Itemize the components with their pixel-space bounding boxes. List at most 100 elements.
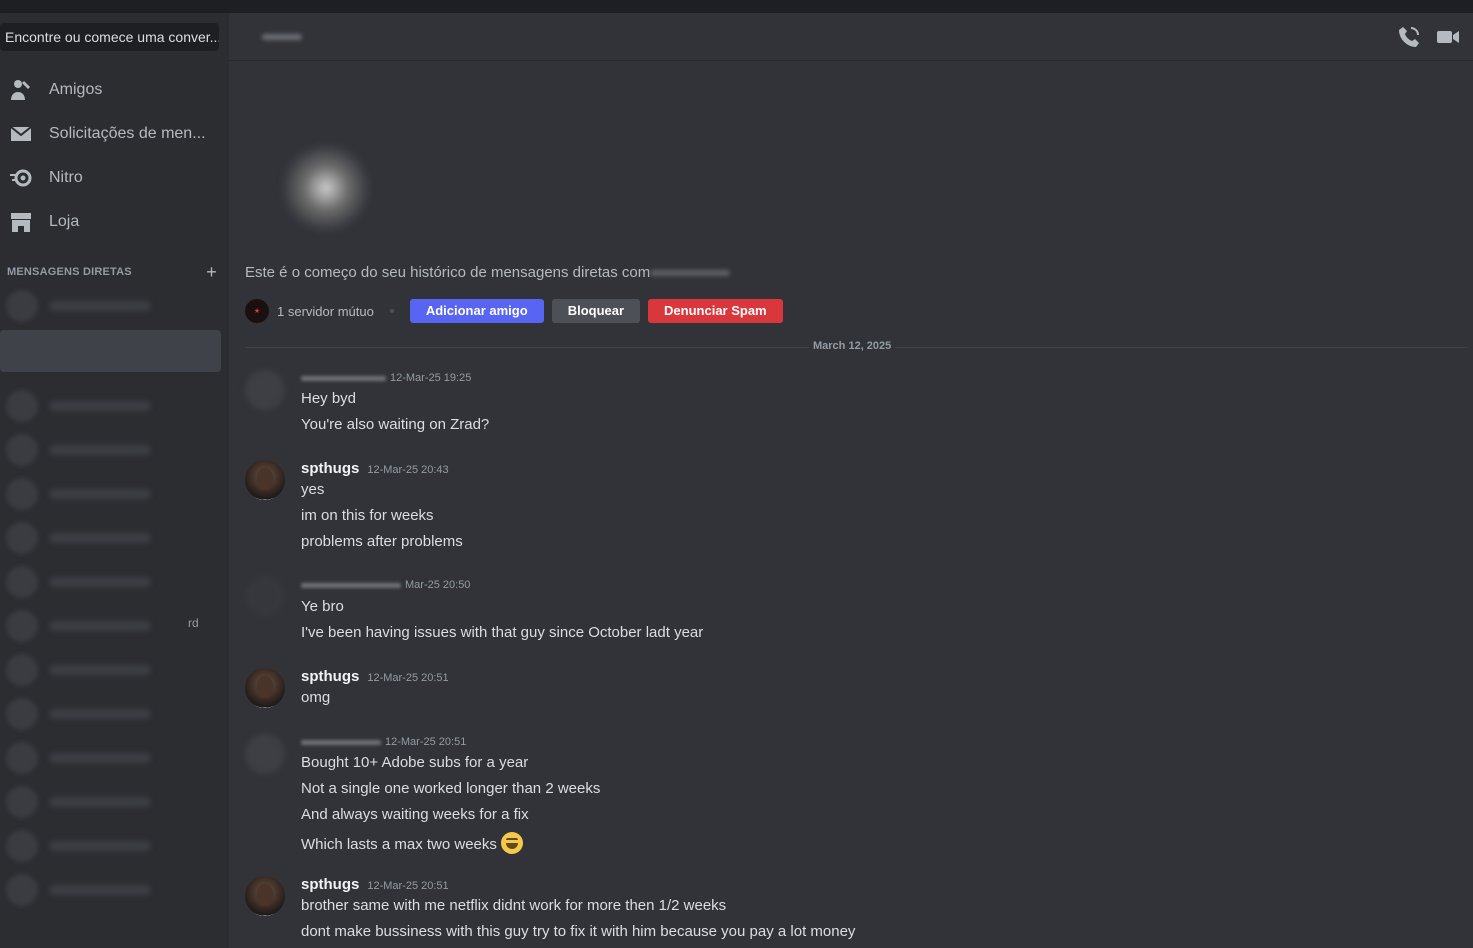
avatar: [6, 390, 38, 422]
nav-label: Solicitações de men...: [49, 125, 206, 142]
dm-list-item[interactable]: [6, 693, 216, 735]
dm-name-redacted: [50, 885, 150, 895]
date-divider-label: March 12, 2025: [809, 340, 896, 352]
message-line: Which lasts a max two weeks: [301, 832, 523, 854]
separator-dot: [389, 309, 394, 313]
dm-list-item[interactable]: [6, 737, 216, 779]
username-redacted: [650, 270, 731, 277]
dm-list-item[interactable]: [6, 285, 216, 327]
chat-panel: Este é o começo do seu histórico de mens…: [229, 13, 1473, 948]
dm-list-item[interactable]: [6, 561, 216, 603]
avatar: [6, 478, 38, 510]
add-friend-button[interactable]: Adicionar amigo: [409, 299, 544, 323]
dm-name-redacted: [50, 533, 150, 543]
avatar: [6, 610, 38, 642]
dm-intro-label: Este é o começo do seu histórico de mens…: [245, 264, 651, 281]
dm-list-item[interactable]: [6, 517, 216, 559]
message-line: Not a single one worked longer than 2 we…: [301, 780, 601, 797]
nav-item-shop[interactable]: Loja: [0, 202, 221, 242]
message-author[interactable]: spthugs: [301, 460, 359, 477]
window-top-bar: [0, 0, 1473, 13]
mutual-actions-row: ★ 1 servidor mútuo Adicionar amigo Bloqu…: [245, 299, 791, 323]
message-header: 12-Mar-25 19:25: [301, 372, 471, 384]
avatar: [6, 654, 38, 686]
dm-name-redacted: [50, 401, 150, 411]
avatar: [6, 434, 38, 466]
nav-item-friends[interactable]: Amigos: [0, 70, 221, 110]
direct-messages-header: MENSAGENS DIRETAS +: [7, 262, 217, 282]
dm-sidebar: Encontre ou comece uma conver... Amigos …: [0, 13, 229, 948]
dm-list-item[interactable]: [6, 781, 216, 823]
chat-header: [229, 13, 1473, 61]
nav-item-message-requests[interactable]: Solicitações de men...: [0, 114, 221, 154]
message-line: You're also waiting on Zrad?: [301, 416, 490, 433]
dm-name-redacted: [50, 577, 150, 587]
mutual-servers-link[interactable]: 1 servidor mútuo: [277, 304, 374, 319]
avatar: [6, 874, 38, 906]
message-author[interactable]: spthugs: [301, 668, 359, 685]
voice-call-icon[interactable]: [1397, 25, 1423, 49]
dm-name-redacted: [50, 445, 150, 455]
dm-list-item[interactable]: [6, 869, 216, 911]
avatar: [6, 290, 38, 322]
mutual-server-icon: ★: [245, 299, 269, 323]
dm-intro-text: Este é o começo do seu histórico de mens…: [245, 264, 731, 281]
message-line: Bought 10+ Adobe subs for a year: [301, 754, 529, 771]
dm-name-redacted: [50, 621, 150, 631]
message-line: im on this for weeks: [301, 507, 434, 524]
dm-list-item[interactable]: [6, 429, 216, 471]
message-timestamp: 12-Mar-25 20:43: [367, 464, 449, 476]
dm-name-redacted: [50, 841, 150, 851]
dm-name-redacted: [50, 301, 150, 311]
message-timestamp: 12-Mar-25 20:51: [367, 672, 449, 684]
laughing-emoji-icon: [500, 832, 523, 854]
nitro-icon: [8, 165, 34, 191]
envelope-icon: [8, 121, 34, 147]
search-input[interactable]: Encontre ou comece uma conver...: [0, 23, 219, 51]
message-author[interactable]: spthugs: [301, 876, 359, 893]
message-header: spthugs 12-Mar-25 20:43: [301, 460, 449, 477]
avatar: [6, 786, 38, 818]
dm-list-item[interactable]: [6, 385, 216, 427]
nav-label: Loja: [49, 213, 80, 230]
author-redacted: [301, 376, 386, 381]
message-line: problems after problems: [301, 533, 463, 550]
dm-name-redacted: [50, 709, 150, 719]
shop-icon: [8, 209, 34, 235]
dm-name-redacted: [50, 665, 150, 675]
message-line: brother same with me netflix didnt work …: [301, 897, 727, 914]
dm-list-item[interactable]: [6, 825, 216, 867]
nav-item-nitro[interactable]: Nitro: [0, 158, 221, 198]
avatar[interactable]: [245, 576, 285, 616]
block-button[interactable]: Bloquear: [551, 299, 641, 323]
video-call-icon[interactable]: [1436, 25, 1462, 49]
dm-list-item[interactable]: [6, 605, 216, 647]
message-line: dont make bussiness with this guy try to…: [301, 923, 856, 940]
avatar: [6, 522, 38, 554]
friends-icon: [8, 77, 34, 103]
message-timestamp: 12-Mar-25 20:51: [385, 736, 467, 748]
message-header: spthugs 12-Mar-25 20:51: [301, 668, 449, 685]
avatar[interactable]: [245, 370, 285, 410]
avatar[interactable]: [245, 460, 285, 500]
avatar[interactable]: [245, 668, 285, 708]
message-text: Which lasts a max two weeks: [301, 836, 497, 853]
add-dm-button[interactable]: +: [206, 262, 217, 283]
message-line: yes: [301, 481, 325, 498]
message-line: Hey byd: [301, 390, 357, 407]
dm-item-trailing-text: rd: [188, 616, 199, 630]
avatar[interactable]: [245, 876, 285, 916]
avatar: [6, 698, 38, 730]
dm-name-redacted: [50, 489, 150, 499]
nav-label: Amigos: [49, 81, 103, 98]
dm-list-item[interactable]: [6, 649, 216, 691]
message-header: 12-Mar-25 20:51: [301, 736, 466, 748]
dm-list-item-selected[interactable]: [0, 330, 221, 372]
dm-name-redacted: [50, 797, 150, 807]
message-line: Ye bro: [301, 598, 344, 615]
avatar: [6, 566, 38, 598]
dm-list-item[interactable]: [6, 473, 216, 515]
avatar[interactable]: [245, 734, 285, 774]
avatar: [6, 830, 38, 862]
report-spam-button[interactable]: Denunciar Spam: [648, 299, 783, 323]
